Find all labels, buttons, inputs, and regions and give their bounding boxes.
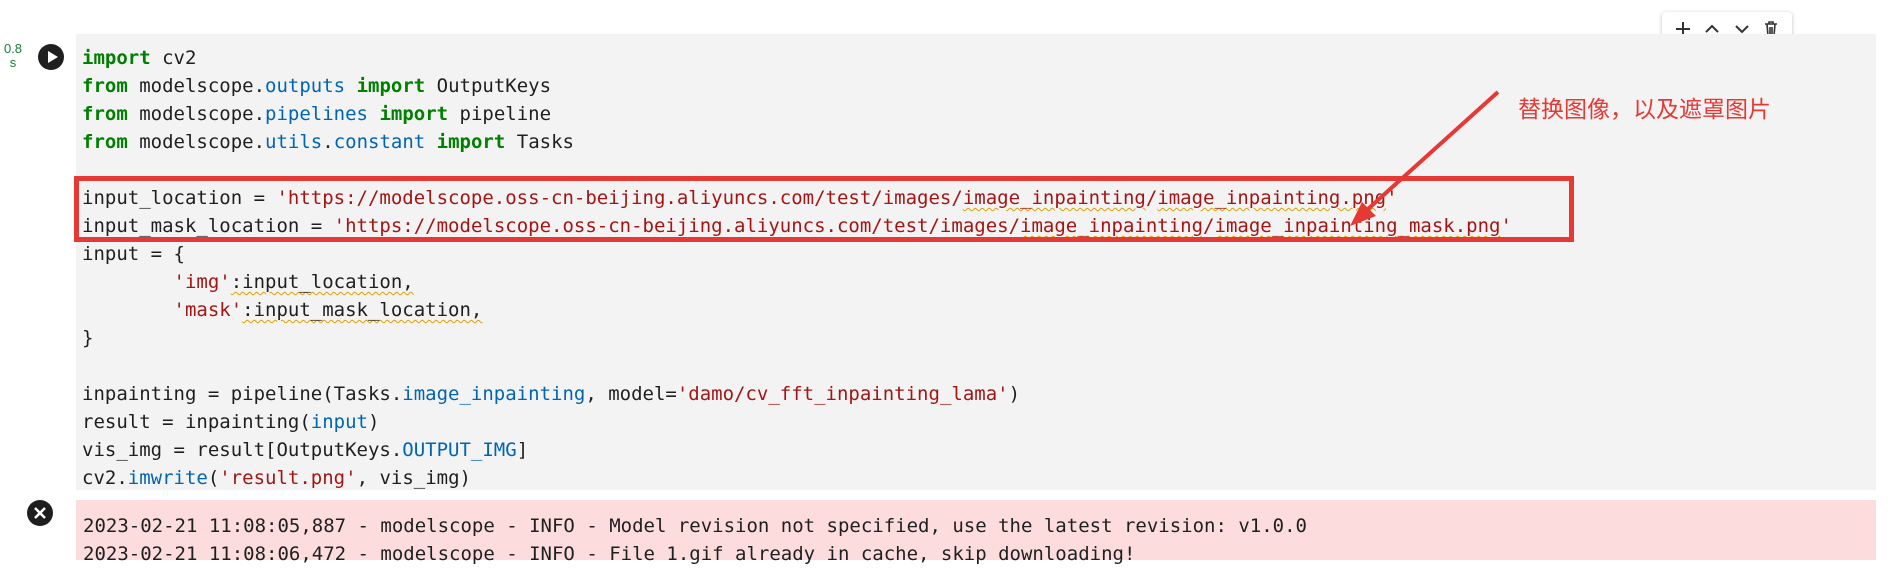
code-line: from modelscope.pipelines import pipelin… [82, 103, 552, 125]
code-line: from modelscope.utils.constant import Ta… [82, 131, 574, 153]
code-line: cv2.imwrite('result.png', vis_img) [82, 467, 471, 489]
code-line: input = { [82, 243, 185, 265]
code-line: result = inpainting(input) [82, 411, 380, 433]
close-icon [34, 507, 46, 519]
cell-output: 2023-02-21 11:08:05,887 - modelscope - I… [76, 500, 1876, 565]
code-line: input_mask_location = 'https://modelscop… [82, 215, 1512, 237]
annotation-text: 替换图像，以及遮罩图片 [1518, 97, 1771, 123]
output-text: 2023-02-21 11:08:05,887 - modelscope - I… [83, 512, 1307, 568]
code-line: 'img':input_location, [173, 271, 414, 293]
code-line: } [82, 327, 94, 349]
execution-time-value: 0.8 [3, 41, 23, 56]
code-line: inpainting = pipeline(Tasks.image_inpain… [82, 383, 1021, 405]
execution-time-unit: s [9, 55, 17, 70]
play-icon [48, 51, 58, 63]
code-line: from modelscope.outputs import OutputKey… [82, 75, 552, 97]
output-line: 2023-02-21 11:08:06,472 - modelscope - I… [83, 543, 1136, 565]
code-editor[interactable]: import cv2 from modelscope.outputs import… [82, 44, 1512, 492]
clear-output-button[interactable] [27, 500, 53, 526]
code-line: vis_img = result[OutputKeys.OUTPUT_IMG] [82, 439, 529, 461]
run-cell-button[interactable] [38, 44, 64, 70]
execution-time: 0.8 s [0, 42, 26, 70]
code-line: import cv2 [82, 47, 197, 69]
output-line: 2023-02-21 11:08:05,887 - modelscope - I… [83, 515, 1307, 537]
code-line: 'mask':input_mask_location, [173, 299, 483, 321]
code-line: input_location = 'https://modelscope.oss… [82, 187, 1398, 209]
